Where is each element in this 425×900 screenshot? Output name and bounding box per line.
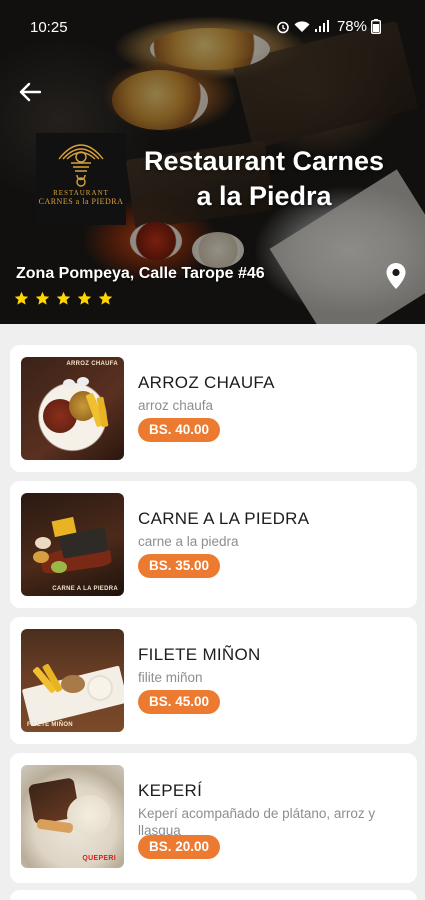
logo-line2: CARNES a la PIEDRA: [38, 197, 124, 206]
restaurant-address: Zona Pompeya, Calle Tarope #46: [16, 265, 265, 282]
menu-item-description: Keperí acompañado de plátano, arroz y ll…: [138, 806, 376, 838]
map-pin-icon: [386, 263, 406, 289]
menu-item-image: QUEPERI: [21, 765, 124, 868]
menu-item-image: CARNE A LA PIEDRA: [21, 493, 124, 596]
alarm-icon: [277, 21, 289, 33]
status-icons: 78%: [276, 18, 381, 35]
thumb-label: CARNE A LA PIEDRA: [52, 586, 118, 592]
menu-item-filete-minon[interactable]: FILETE MIÑON FILETE MIÑON filite miñon B…: [10, 617, 417, 744]
menu-item-description: carne a la piedra: [138, 534, 239, 549]
star-icon: [77, 291, 92, 305]
thumb-label: QUEPERI: [82, 855, 116, 862]
menu-item-keperi[interactable]: QUEPERI KEPERÍ Keperí acompañado de plát…: [10, 753, 417, 883]
location-button[interactable]: [385, 262, 407, 290]
menu-item-carne-a-la-piedra[interactable]: CARNE A LA PIEDRA CARNE A LA PIEDRA carn…: [10, 481, 417, 608]
thumb-label: ARROZ CHAUFA: [66, 361, 118, 367]
menu-item-price: BS. 45.00: [138, 690, 221, 714]
menu-item-name: CARNE A LA PIEDRA: [138, 509, 310, 528]
signal-icon: [314, 20, 329, 32]
menu-item-partial[interactable]: [10, 890, 417, 900]
menu-item-description: filite miñon: [138, 670, 203, 685]
menu-item-image: FILETE MIÑON: [21, 629, 124, 732]
arrow-left-icon: [19, 82, 41, 102]
logo-emblem-icon: [58, 144, 104, 187]
menu-item-price: BS. 20.00: [138, 835, 221, 859]
restaurant-name: Restaurant Carnes a la Piedra: [143, 146, 385, 211]
battery-percent: 78%: [336, 18, 367, 35]
menu-item-name: KEPERÍ: [138, 781, 203, 800]
menu-item-price: BS. 35.00: [138, 554, 221, 578]
menu-item-name: FILETE MIÑON: [138, 645, 261, 664]
status-bar: 10:25 78%: [0, 0, 425, 56]
star-icon: [56, 291, 71, 305]
battery-icon: [371, 19, 381, 34]
rating-stars: [14, 291, 113, 306]
status-time: 10:25: [30, 19, 68, 36]
back-button[interactable]: [16, 78, 44, 106]
menu-item-arroz-chaufa[interactable]: ARROZ CHAUFA ARROZ CHAUFA arroz chaufa B…: [10, 345, 417, 472]
menu-item-image: ARROZ CHAUFA: [21, 357, 124, 460]
wifi-icon: [294, 21, 310, 32]
logo-line1: RESTAURANT: [53, 189, 109, 197]
restaurant-logo: RESTAURANT CARNES a la PIEDRA: [36, 133, 126, 225]
star-icon: [98, 291, 113, 305]
menu-item-name: ARROZ CHAUFA: [138, 373, 275, 392]
star-icon: [14, 291, 29, 305]
star-icon: [35, 291, 50, 305]
menu-item-price: BS. 40.00: [138, 418, 221, 442]
menu-item-description: arroz chaufa: [138, 398, 214, 413]
thumb-label: FILETE MIÑON: [27, 722, 73, 728]
restaurant-header: 10:25 78% RESTAURANT CARNES a la PIEDRA …: [0, 0, 425, 324]
